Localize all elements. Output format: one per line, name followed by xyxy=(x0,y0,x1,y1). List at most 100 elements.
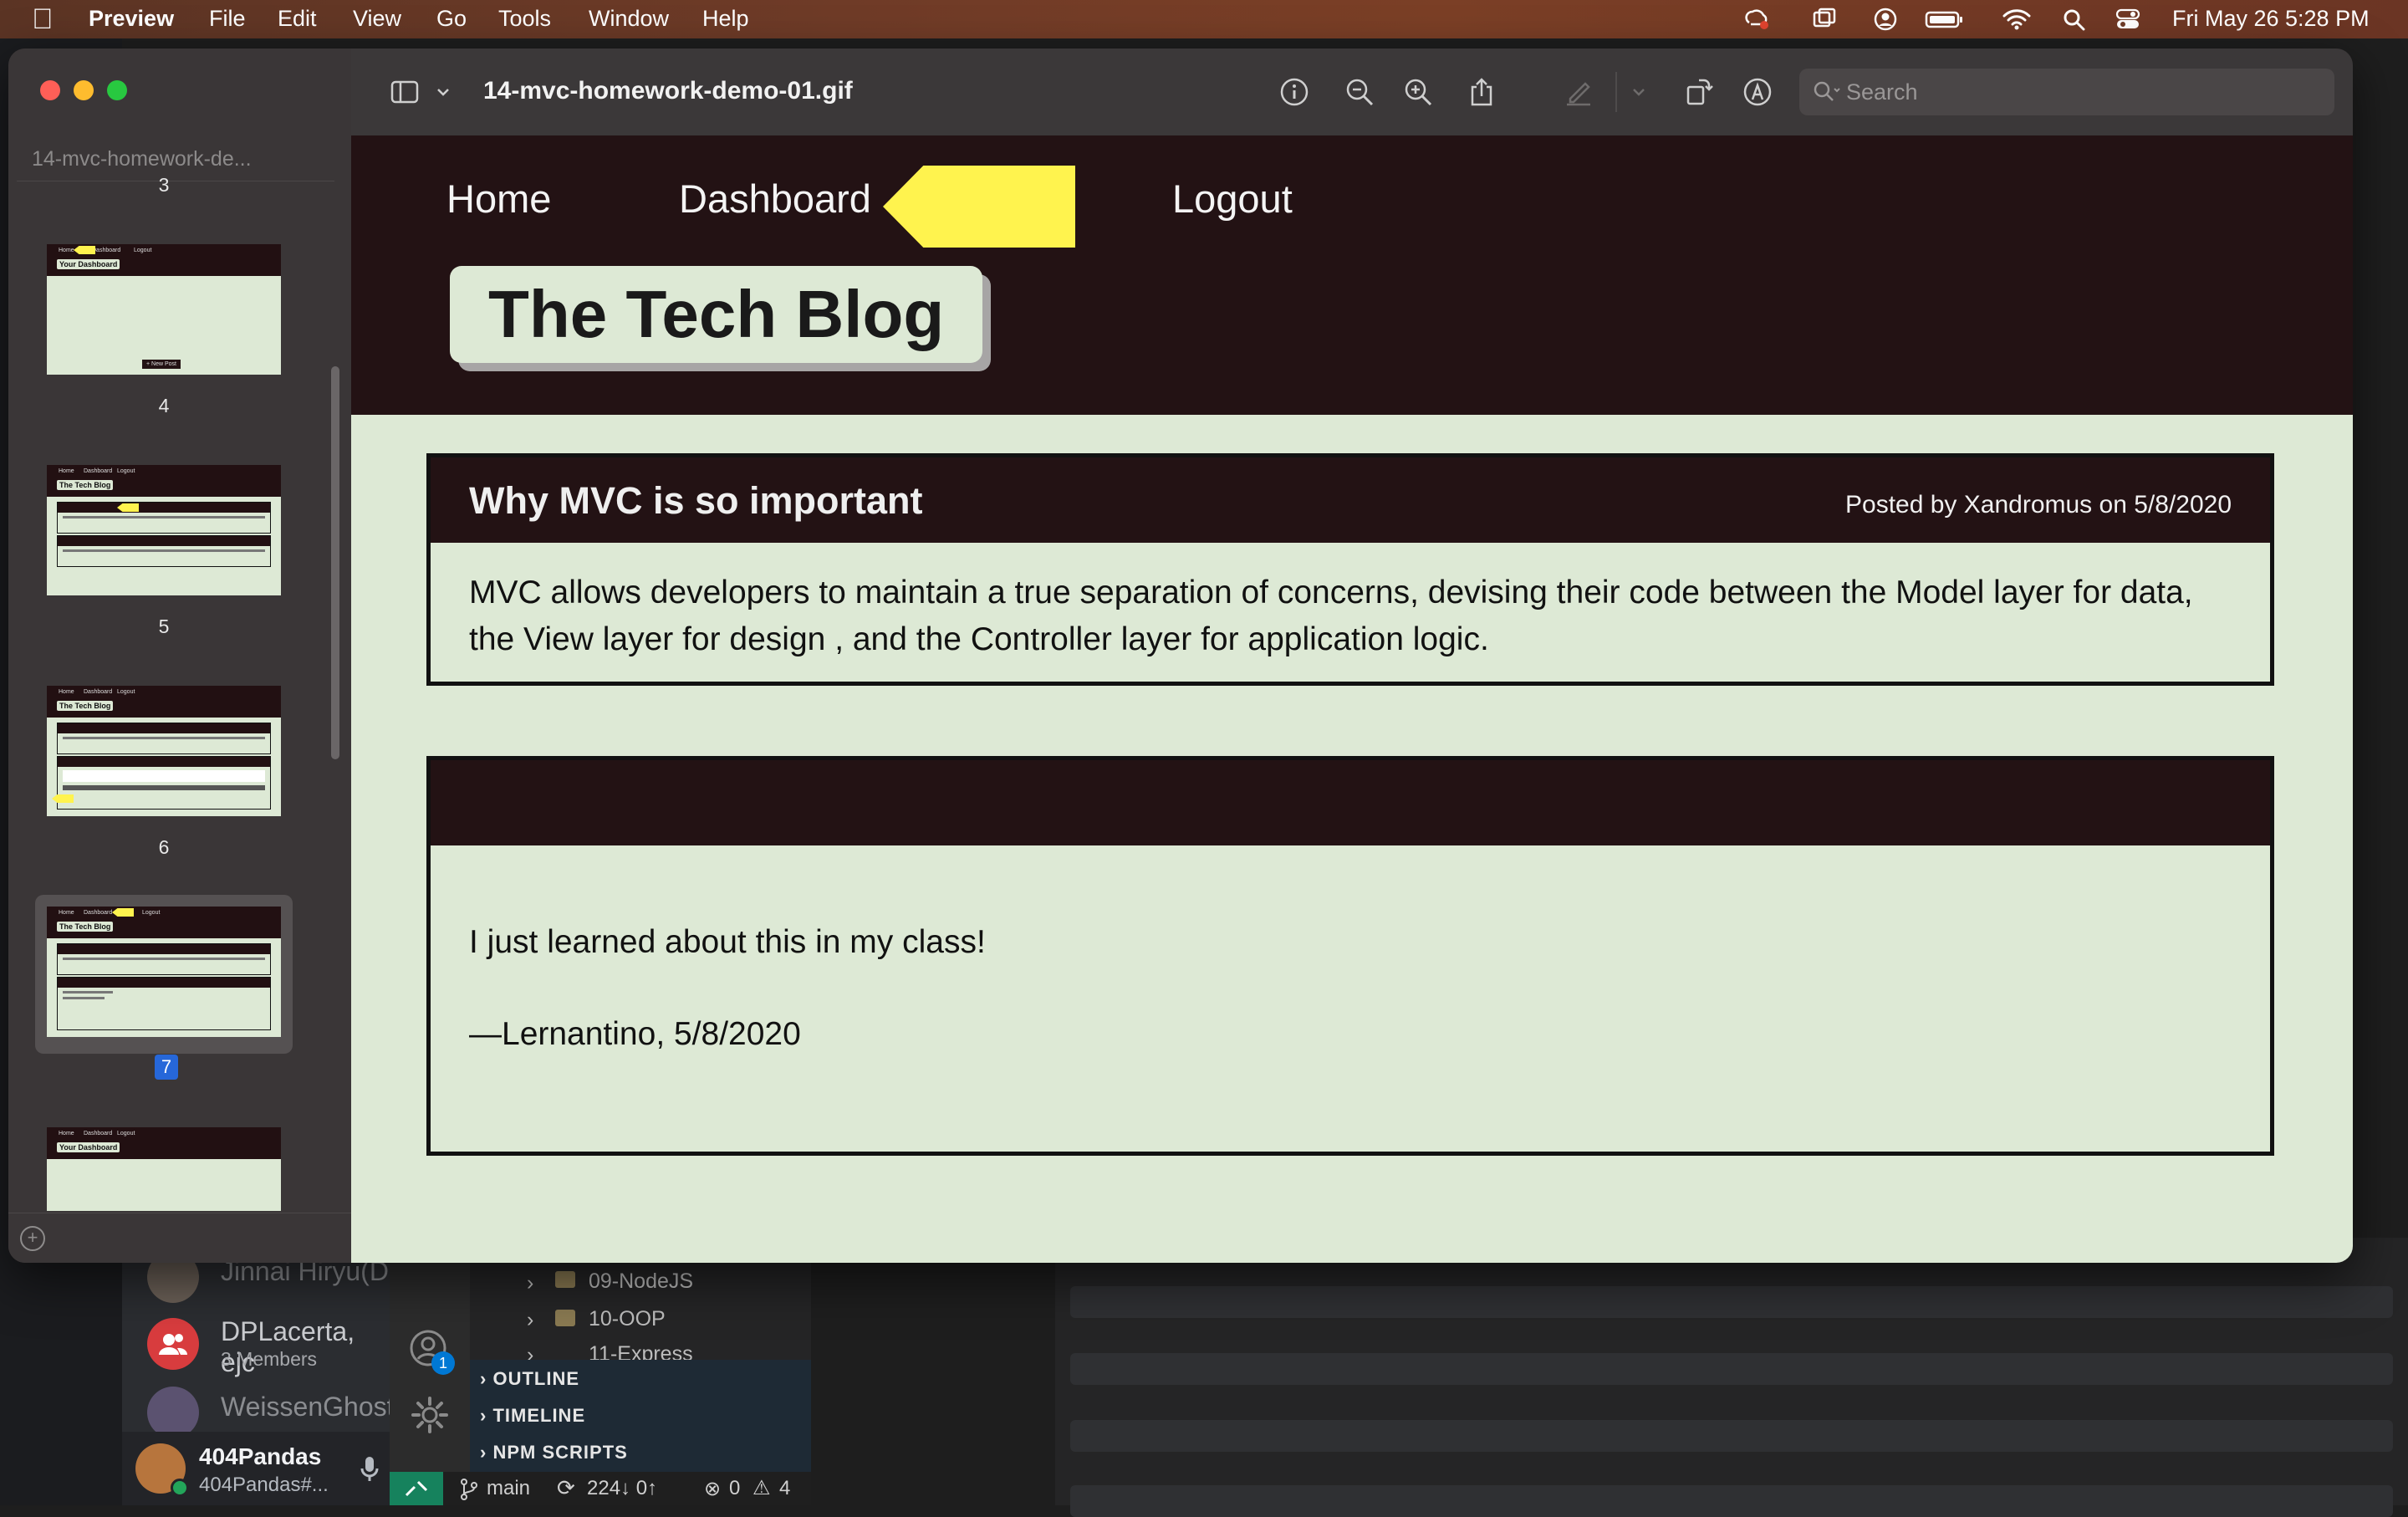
menubar-clock[interactable]: Fri May 26 5:28 PM xyxy=(2172,6,2370,32)
user-account-icon[interactable] xyxy=(1873,8,1898,31)
page-thumbnail-4[interactable]: Home Dashboard Logout Your Dashboard + N… xyxy=(47,244,281,375)
menu-app-preview[interactable]: Preview xyxy=(89,6,174,32)
git-branch[interactable]: main xyxy=(487,1477,530,1500)
creative-cloud-icon[interactable] xyxy=(1744,8,1769,31)
markup-icon[interactable] xyxy=(1742,77,1773,107)
chevron-down-icon[interactable] xyxy=(435,77,452,107)
site-brand: The Tech Blog xyxy=(450,266,983,363)
nav-home-link[interactable]: Home xyxy=(446,176,551,222)
settings-gear-icon[interactable] xyxy=(408,1393,452,1437)
remote-icon xyxy=(405,1480,428,1497)
zoom-in-icon[interactable] xyxy=(1403,77,1433,107)
sync-icon[interactable]: ⟳ xyxy=(557,1475,575,1501)
menu-file[interactable]: File xyxy=(209,6,246,32)
menu-view[interactable]: View xyxy=(353,6,401,32)
thumbnail-nav-home: Home xyxy=(59,468,74,474)
minimize-window-button[interactable] xyxy=(74,80,94,100)
page-thumbnail-6[interactable]: Home Dashboard Logout The Tech Blog xyxy=(47,686,281,816)
folder-icon xyxy=(555,1271,575,1288)
chevron-right-icon[interactable]: › xyxy=(527,1308,533,1332)
comment-text: I just learned about this in my class! xyxy=(469,924,986,960)
menu-tools[interactable]: Tools xyxy=(498,6,551,32)
online-status-icon xyxy=(171,1479,189,1497)
preview-window: 14-mvc-homework-de... 3 Home Dashboard L… xyxy=(8,49,2353,1263)
microphone-icon[interactable] xyxy=(360,1455,380,1484)
apple-menu-icon[interactable]:  xyxy=(32,3,54,36)
user-panel: 404Pandas 404Pandas#... xyxy=(122,1432,390,1505)
document-view[interactable]: Home Dashboard Logout The Tech Blog Why … xyxy=(351,135,2353,1263)
info-icon[interactable] xyxy=(1279,77,1309,107)
post-header: Why MVC is so important Posted by Xandro… xyxy=(431,457,2270,543)
post-body: MVC allows developers to maintain a true… xyxy=(469,575,2193,657)
placeholder-row xyxy=(1070,1485,2393,1517)
thumbnail-card xyxy=(57,977,271,1030)
close-window-button[interactable] xyxy=(40,80,60,100)
menu-edit[interactable]: Edit xyxy=(278,6,317,32)
page-thumbnail-7[interactable]: Home Dashboard Logout The Tech Blog xyxy=(47,907,281,1037)
page-thumbnail-8[interactable]: Home Dashboard Logout Your Dashboard xyxy=(47,1127,281,1211)
page-number: 3 xyxy=(158,174,170,196)
sidebar-footer xyxy=(8,1213,351,1263)
chevron-right-icon[interactable]: › xyxy=(527,1271,533,1295)
page-thumbnail-5[interactable]: Home Dashboard Logout The Tech Blog xyxy=(47,465,281,595)
nav-dashboard-link[interactable]: Dashboard xyxy=(679,176,871,222)
explorer-folder[interactable]: 11-Express xyxy=(589,1342,693,1361)
arrow-marker xyxy=(52,794,74,803)
explorer-folder[interactable]: 09-NodeJS xyxy=(589,1269,693,1294)
screen-mirroring-icon[interactable] xyxy=(1813,8,1838,31)
menu-help[interactable]: Help xyxy=(702,6,749,32)
thumbnail-nav-dashboard: Dashboard xyxy=(92,248,121,253)
control-center-icon[interactable] xyxy=(2115,8,2140,31)
placeholder-row xyxy=(1070,1353,2393,1385)
placeholder-row xyxy=(1070,1286,2393,1318)
search-input[interactable] xyxy=(1799,69,2334,115)
thumbnail-brand: Your Dashboard xyxy=(57,1142,120,1152)
thumbnail-nav-home: Home xyxy=(59,910,74,916)
spotlight-search-icon[interactable] xyxy=(2062,8,2087,31)
arrow-marker xyxy=(74,246,95,254)
add-page-icon[interactable]: + xyxy=(20,1226,45,1251)
zoom-window-button[interactable] xyxy=(107,80,127,100)
highlight-pen-icon[interactable] xyxy=(1564,77,1594,107)
dm-item-name[interactable]: WeissenGhost xyxy=(221,1392,395,1423)
thumbnail-card xyxy=(57,756,271,810)
zoom-out-icon[interactable] xyxy=(1344,77,1375,107)
warning-count[interactable]: 4 xyxy=(779,1477,790,1500)
explorer-folder[interactable]: 10-OOP xyxy=(589,1307,666,1331)
section-timeline[interactable]: › TIMELINE xyxy=(480,1405,585,1427)
menu-window[interactable]: Window xyxy=(589,6,669,32)
sidebar-toggle-icon[interactable] xyxy=(390,77,420,107)
error-count[interactable]: 0 xyxy=(729,1477,740,1500)
section-outline[interactable]: › OUTLINE xyxy=(480,1368,579,1390)
share-icon[interactable] xyxy=(1467,77,1497,107)
menu-go[interactable]: Go xyxy=(436,6,467,32)
battery-icon[interactable] xyxy=(1925,8,1965,31)
page-number: 5 xyxy=(158,615,170,637)
group-dm-members: 3 Members xyxy=(221,1348,318,1370)
wifi-icon[interactable] xyxy=(2002,8,2032,31)
section-timeline-label: TIMELINE xyxy=(492,1405,586,1426)
comment-card: I just learned about this in my class! —… xyxy=(426,756,2274,1156)
vscode-statusbar: main ⟳ 224↓ 0↑ ⊗ 0 ⚠ 4 xyxy=(390,1472,811,1505)
page-number: 6 xyxy=(158,836,170,858)
remote-indicator[interactable] xyxy=(390,1472,443,1505)
section-npm-scripts[interactable]: › NPM SCRIPTS xyxy=(480,1442,628,1463)
sync-status[interactable]: 224↓ 0↑ xyxy=(587,1477,657,1500)
avatar xyxy=(147,1387,199,1438)
thumbnail-card xyxy=(57,535,271,567)
chevron-down-icon[interactable] xyxy=(1630,77,1647,107)
output-panel xyxy=(1055,1238,2408,1517)
thumbnail-nav-dashboard: Dashboard xyxy=(84,910,113,916)
rotate-icon[interactable] xyxy=(1684,77,1714,107)
thumbnail-brand: The Tech Blog xyxy=(57,480,114,490)
page-number: 4 xyxy=(158,395,170,416)
sidebar-scrollbar[interactable] xyxy=(331,366,339,759)
warning-icon[interactable]: ⚠ xyxy=(752,1476,771,1500)
vscode-activity-bar: 1 xyxy=(390,1238,470,1505)
comment-header xyxy=(431,760,2270,845)
section-npm-scripts-label: NPM SCRIPTS xyxy=(492,1442,628,1463)
arrow-marker xyxy=(112,908,134,917)
nav-logout-link[interactable]: Logout xyxy=(1172,176,1293,222)
error-icon[interactable]: ⊗ xyxy=(704,1477,721,1501)
thumbnail-nav-home: Home xyxy=(59,689,74,695)
